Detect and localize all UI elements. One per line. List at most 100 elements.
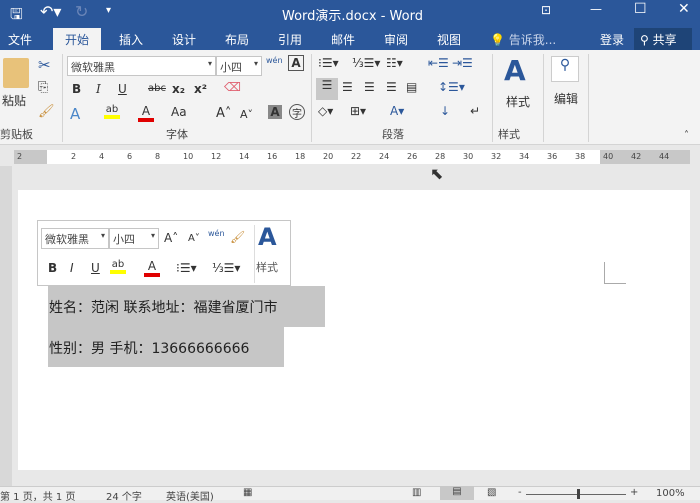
vertical-ruler[interactable]: [0, 166, 12, 486]
align-left-button[interactable]: ☰: [316, 78, 338, 100]
macro-icon[interactable]: ▦: [243, 487, 252, 498]
mini-italic-button[interactable]: I: [70, 261, 74, 275]
borders-icon[interactable]: ⊞▾: [350, 104, 366, 118]
align-center-button[interactable]: ☰: [342, 80, 353, 94]
zoom-level[interactable]: 100%: [656, 488, 685, 499]
zoom-in-button[interactable]: +: [630, 487, 638, 498]
bullets-icon[interactable]: ⁝☰▾: [318, 56, 339, 70]
numbering-icon[interactable]: ⅓☰▾: [352, 56, 380, 70]
mini-size-combo[interactable]: 小四 ▾: [109, 228, 159, 249]
group-clipboard: 剪贴板: [0, 128, 33, 141]
tell-me-box[interactable]: 💡 告诉我...: [490, 31, 556, 48]
undo-icon[interactable]: ↶▾: [40, 2, 61, 21]
justify-button[interactable]: ☰: [386, 80, 397, 94]
ruler-tick-label: 18: [295, 152, 306, 161]
font-size-combo[interactable]: 小四 ▾: [216, 56, 262, 76]
mini-underline-button[interactable]: U: [91, 261, 100, 275]
font-color-icon[interactable]: A: [138, 104, 154, 122]
read-mode-icon[interactable]: ▥: [412, 487, 421, 498]
share-button[interactable]: ⚲ 共享: [634, 28, 692, 50]
web-layout-icon[interactable]: ▧: [487, 487, 496, 498]
character-border-icon[interactable]: A: [288, 55, 304, 71]
ribbon-display-icon[interactable]: ⊡: [541, 3, 551, 17]
text-direction-icon[interactable]: A▾: [390, 104, 404, 118]
sort-icon[interactable]: ↓: [440, 104, 450, 118]
multilevel-list-icon[interactable]: ☷▾: [386, 56, 403, 70]
increase-indent-icon[interactable]: ⇥☰: [452, 56, 473, 70]
decrease-indent-icon[interactable]: ⇤☰: [428, 56, 449, 70]
save-icon[interactable]: 🖫: [10, 4, 23, 29]
redo-icon[interactable]: ↻: [75, 2, 88, 21]
shrink-font-icon[interactable]: A˅: [240, 108, 253, 121]
font-name-combo[interactable]: 微软雅黑 ▾: [67, 56, 216, 76]
distributed-button[interactable]: ▤: [406, 80, 417, 94]
grow-font-icon[interactable]: A˄: [216, 106, 231, 121]
shading-icon[interactable]: ◇▾: [318, 104, 333, 118]
zoom-slider[interactable]: [526, 494, 626, 495]
strikethrough-button[interactable]: abc: [148, 83, 166, 94]
word-count[interactable]: 24 个字: [106, 488, 142, 503]
show-marks-icon[interactable]: ↵: [470, 104, 480, 118]
ruler-tick-label: 36: [547, 152, 558, 161]
highlight-color-icon[interactable]: ab: [104, 104, 120, 119]
mini-numbering-icon[interactable]: ⅓☰▾: [212, 261, 240, 275]
document-line[interactable]: 姓名：范闲 联系地址：福建省厦门市: [48, 286, 325, 327]
mini-font-color-icon[interactable]: A: [144, 259, 160, 277]
tab-design[interactable]: 设计: [172, 31, 196, 48]
close-button[interactable]: ✕: [678, 1, 690, 17]
login-link[interactable]: 登录: [600, 31, 624, 48]
minimize-button[interactable]: —: [590, 2, 602, 16]
bold-button[interactable]: B: [72, 82, 81, 96]
tab-home[interactable]: 开始: [53, 28, 102, 50]
align-right-button[interactable]: ☰: [364, 80, 375, 94]
zoom-out-button[interactable]: -: [518, 487, 522, 498]
tab-layout[interactable]: 布局: [225, 31, 249, 48]
editing-button[interactable]: 编辑: [554, 90, 578, 107]
tab-insert[interactable]: 插入: [119, 31, 143, 48]
document-line[interactable]: 性别：男 手机：13666666666: [48, 327, 284, 367]
zoom-slider-thumb[interactable]: [577, 489, 580, 499]
tab-view[interactable]: 视图: [437, 31, 461, 48]
line-spacing-icon[interactable]: ↕☰▾: [438, 80, 465, 94]
subscript-button[interactable]: x₂: [172, 82, 185, 96]
collapse-ribbon-icon[interactable]: ˄: [684, 130, 689, 141]
tab-file[interactable]: 文件: [8, 31, 32, 48]
language[interactable]: 英语(美国): [166, 488, 214, 503]
enclose-characters-icon[interactable]: 字: [289, 104, 305, 120]
character-shading-icon[interactable]: A: [268, 105, 282, 119]
ribbon-tabs: 文件 开始 插入 设计 布局 引用 邮件 审阅 视图 💡 告诉我... 登录 ⚲…: [0, 28, 700, 50]
cut-icon[interactable]: ✂: [38, 56, 51, 74]
change-case-button[interactable]: Aa: [171, 105, 187, 119]
mini-shrink-font-icon[interactable]: A˅: [188, 233, 200, 244]
clear-formatting-icon[interactable]: ⌫: [224, 80, 241, 94]
tab-mailings[interactable]: 邮件: [331, 31, 355, 48]
tab-review[interactable]: 审阅: [384, 31, 408, 48]
page-count[interactable]: 第 1 页，共 1 页: [0, 488, 75, 503]
underline-button[interactable]: U: [118, 82, 127, 96]
mini-bullets-icon[interactable]: ⁝☰▾: [176, 261, 197, 275]
copy-icon[interactable]: ⎘: [38, 80, 48, 95]
phonetic-guide-icon[interactable]: wén: [266, 56, 283, 65]
mini-highlight-icon[interactable]: ab: [110, 259, 126, 274]
italic-button[interactable]: I: [96, 82, 101, 96]
styles-button[interactable]: 样式: [506, 93, 530, 110]
search-icon[interactable]: ⚲: [551, 56, 579, 82]
customize-qat-icon[interactable]: ▾: [106, 5, 111, 16]
mini-styles-button[interactable]: 样式: [256, 259, 278, 275]
styles-icon[interactable]: A: [504, 54, 526, 87]
print-layout-icon[interactable]: ▤: [440, 486, 474, 500]
mini-grow-font-icon[interactable]: A˄: [164, 231, 178, 245]
format-painter-icon[interactable]: 🖌: [38, 104, 55, 119]
mini-bold-button[interactable]: B: [48, 261, 57, 275]
mini-font-combo[interactable]: 微软雅黑 ▾: [41, 228, 109, 249]
mini-phonetic-icon[interactable]: wén: [208, 229, 225, 238]
horizontal-ruler[interactable]: 2 2 4 6 8 10 12 14 16 18 20 22 24 26 28 30 32 34 36 38 40 42 4…: [0, 148, 700, 166]
superscript-button[interactable]: x²: [194, 82, 207, 96]
tab-references[interactable]: 引用: [278, 31, 302, 48]
text-effects-icon[interactable]: A: [70, 105, 80, 123]
maximize-button[interactable]: ☐: [634, 1, 647, 17]
mini-format-painter-icon[interactable]: 🖌: [230, 230, 245, 244]
paste-label[interactable]: 粘贴: [2, 92, 26, 109]
mini-styles-icon[interactable]: A: [258, 223, 277, 251]
paste-icon[interactable]: [3, 58, 29, 88]
